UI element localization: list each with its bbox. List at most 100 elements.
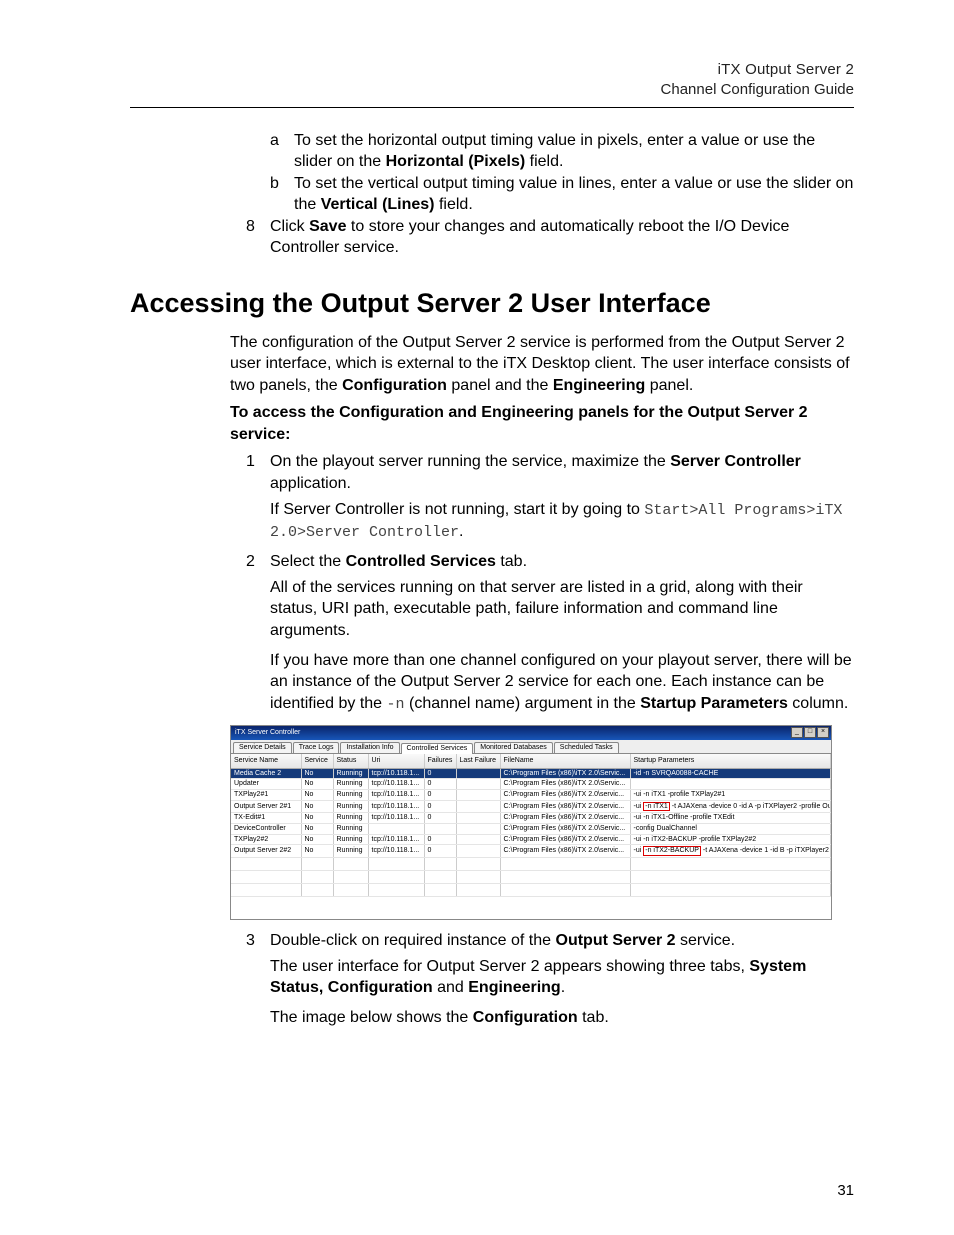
cell: TXPlay2#2	[231, 834, 301, 845]
minimize-button[interactable]: _	[791, 727, 803, 738]
intro-mid: panel and the	[447, 377, 553, 394]
lead-in-text: To access the Configuration and Engineer…	[230, 404, 808, 443]
cell: C:\Program Files (x86)\iTX 2.0\servic...	[500, 845, 630, 858]
server-controller-screenshot: iTX Server Controller _ □ × Service Deta…	[230, 725, 832, 920]
col-startup-parameters[interactable]: Startup Parameters	[630, 754, 831, 769]
col-service[interactable]: Service	[301, 754, 333, 769]
cell	[456, 824, 500, 835]
cell	[424, 824, 456, 835]
table-row[interactable]: Output Server 2#2NoRunningtcp://10.118.1…	[231, 845, 831, 858]
substep-a: a To set the horizontal output timing va…	[270, 130, 854, 173]
cell	[456, 800, 500, 813]
substep-b-post: field.	[435, 196, 473, 213]
step3-bold: Output Server 2	[556, 932, 676, 949]
col-uri[interactable]: Uri	[368, 754, 424, 769]
step2p2-mid: (channel name) argument in the	[405, 695, 641, 712]
cell: Media Cache 2	[231, 768, 301, 779]
marker-1: 1	[246, 451, 270, 494]
services-grid[interactable]: Service NameServiceStatusUriFailuresLast…	[231, 754, 831, 898]
step3-p1: The user interface for Output Server 2 a…	[270, 956, 854, 999]
cell: Running	[333, 845, 368, 858]
table-row-empty	[231, 871, 831, 884]
cell: C:\Program Files (x86)\iTX 2.0\Servic...	[500, 768, 630, 779]
cell: No	[301, 800, 333, 813]
header-rule	[130, 107, 854, 108]
step2-p2: If you have more than one channel config…	[270, 650, 854, 715]
substep-a-bold: Horizontal (Pixels)	[386, 153, 526, 170]
cell: No	[301, 834, 333, 845]
step3p1-bold2: Engineering	[468, 979, 560, 996]
step2p2-bold: Startup Parameters	[640, 695, 788, 712]
step3p1-pre: The user interface for Output Server 2 a…	[270, 958, 749, 975]
cell: Updater	[231, 779, 301, 790]
table-row[interactable]: TX-Edit#1NoRunningtcp://10.118.1...0C:\P…	[231, 813, 831, 824]
table-row[interactable]: UpdaterNoRunningtcp://10.118.1...0C:\Pro…	[231, 779, 831, 790]
cell: -config DualChannel	[630, 824, 831, 835]
cell: Output Server 2#2	[231, 845, 301, 858]
col-last-failure[interactable]: Last Failure	[456, 754, 500, 769]
step-3: 3 Double-click on required instance of t…	[246, 930, 854, 952]
col-service-name[interactable]: Service Name	[231, 754, 301, 769]
table-row[interactable]: TXPlay2#2NoRunningtcp://10.118.1...0C:\P…	[231, 834, 831, 845]
tab-installation-info[interactable]: Installation Info	[340, 742, 399, 753]
step2-post: tab.	[496, 553, 527, 570]
cell: -ui -n iTX1 -t AJAXena -device 0 -id A -…	[630, 800, 831, 813]
cell: -ui -n iTX2-BACKUP -t AJAXena -device 1 …	[630, 845, 831, 858]
intro-b1: Configuration	[342, 377, 447, 394]
close-button[interactable]: ×	[817, 727, 829, 738]
cell: Output Server 2#1	[231, 800, 301, 813]
step3p2-bold: Configuration	[473, 1009, 578, 1026]
cell: 0	[424, 813, 456, 824]
cell	[456, 845, 500, 858]
step-8: 8 Click Save to store your changes and a…	[246, 216, 854, 259]
page-header: iTX Output Server 2 Channel Configuratio…	[130, 60, 854, 101]
cell: tcp://10.118.1...	[368, 768, 424, 779]
cell: Running	[333, 813, 368, 824]
intro-post: panel.	[645, 377, 693, 394]
tab-trace-logs[interactable]: Trace Logs	[293, 742, 340, 753]
step2p2-post: column.	[788, 695, 848, 712]
marker-a: a	[270, 130, 294, 173]
table-row[interactable]: Output Server 2#1NoRunningtcp://10.118.1…	[231, 800, 831, 813]
col-status[interactable]: Status	[333, 754, 368, 769]
table-row[interactable]: TXPlay2#1NoRunningtcp://10.118.1...0C:\P…	[231, 790, 831, 801]
tab-monitored-databases[interactable]: Monitored Databases	[474, 742, 553, 753]
table-row[interactable]: DeviceControllerNoRunningC:\Program File…	[231, 824, 831, 835]
section-heading: Accessing the Output Server 2 User Inter…	[130, 285, 854, 321]
step3p2-post: tab.	[578, 1009, 609, 1026]
header-subtitle: Channel Configuration Guide	[130, 80, 854, 100]
window-titlebar: iTX Server Controller _ □ ×	[231, 726, 831, 740]
tab-scheduled-tasks[interactable]: Scheduled Tasks	[554, 742, 619, 753]
page-number: 31	[837, 1181, 854, 1201]
step3-pre: Double-click on required instance of the	[270, 932, 556, 949]
tab-strip: Service DetailsTrace LogsInstallation In…	[231, 740, 831, 754]
table-row-empty	[231, 858, 831, 871]
step-1: 1 On the playout server running the serv…	[246, 451, 854, 494]
grid-header-row: Service NameServiceStatusUriFailuresLast…	[231, 754, 831, 769]
marker-2: 2	[246, 551, 270, 573]
step1-followup: If Server Controller is not running, sta…	[270, 499, 854, 544]
tab-controlled-services[interactable]: Controlled Services	[401, 743, 474, 754]
cell: 0	[424, 768, 456, 779]
cell: No	[301, 790, 333, 801]
col-filename[interactable]: FileName	[500, 754, 630, 769]
step3-post: service.	[676, 932, 736, 949]
maximize-button[interactable]: □	[804, 727, 816, 738]
step3-p2: The image below shows the Configuration …	[270, 1007, 854, 1029]
cell: TXPlay2#1	[231, 790, 301, 801]
procedure-lead-in: To access the Configuration and Engineer…	[230, 402, 854, 445]
table-row[interactable]: Media Cache 2NoRunningtcp://10.118.1...0…	[231, 768, 831, 779]
step8-post: to store your changes and automatically …	[270, 218, 789, 257]
cell: Running	[333, 824, 368, 835]
substep-b: b To set the vertical output timing valu…	[270, 173, 854, 216]
cell: C:\Program Files (x86)\iTX 2.0\servic...	[500, 834, 630, 845]
cell: Running	[333, 768, 368, 779]
cell: No	[301, 824, 333, 835]
cell: DeviceController	[231, 824, 301, 835]
step1b-post: .	[459, 523, 463, 540]
cell: 0	[424, 800, 456, 813]
tab-service-details[interactable]: Service Details	[233, 742, 292, 753]
col-failures[interactable]: Failures	[424, 754, 456, 769]
cell: tcp://10.118.1...	[368, 800, 424, 813]
step3p1-post: .	[561, 979, 565, 996]
